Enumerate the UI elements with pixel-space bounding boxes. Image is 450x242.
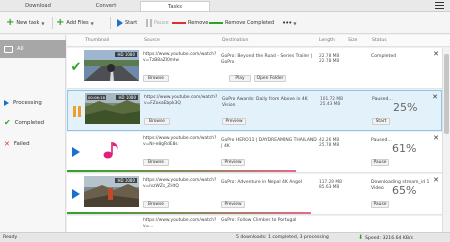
status-paused-icon: [71, 105, 83, 117]
file-size: 42.26 MB 25.78 MB: [319, 138, 340, 149]
table-row[interactable]: HD 1080 https://www.youtube.com/watch?v=…: [67, 174, 442, 215]
status-processing-icon: [70, 188, 82, 200]
toolbar: + New task ▼ + Add Files ▼ Start Pause R…: [0, 12, 450, 34]
play-button[interactable]: Play: [229, 75, 251, 82]
remove-button[interactable]: Remove: [172, 18, 208, 28]
speed-indicator: ⬇ Speed: 3216.64 KB/s: [358, 234, 414, 241]
destination-title: GoPro: Beyond the Road - Series Trailer …: [221, 54, 313, 65]
folder-icon: [4, 45, 13, 53]
top-tab-bar: Download Convert Tasks: [0, 0, 450, 12]
remove-row-icon[interactable]: ✕: [433, 177, 439, 184]
destination-title: GoPro: Adventure in Nepal 4K Angel: [221, 180, 303, 185]
divider: [110, 17, 111, 29]
play-icon: [4, 100, 9, 106]
preview-button[interactable]: Preview: [221, 159, 245, 166]
column-header-source[interactable]: Source: [144, 38, 160, 43]
column-header-thumbnail[interactable]: Thumbnail: [85, 38, 109, 43]
table-row[interactable]: https://www.youtube.com/watch?v=Nr-e8gRd…: [67, 132, 442, 173]
column-header-size[interactable]: Size: [348, 38, 357, 43]
check-icon: ✔: [4, 118, 11, 127]
column-header-destination[interactable]: Destination: [222, 38, 248, 43]
destination-title: GoPro Awards: Daily from Above in 4K Vis…: [222, 97, 308, 108]
destination-title: GoPro: Follow Climber to Portugal: [221, 218, 297, 223]
chevron-down-icon: ▼: [41, 20, 45, 26]
plus-icon: +: [6, 17, 15, 28]
close-icon: ✕: [4, 139, 10, 148]
start-button[interactable]: Start: [372, 118, 390, 125]
status-completed-icon: ✔: [70, 60, 82, 75]
sidebar-item-completed[interactable]: ✔ Completed: [0, 114, 66, 132]
source-url: https://www.youtube.com/watch?v=FZoxaEbp…: [144, 95, 218, 106]
open-folder-button[interactable]: Open Folder: [254, 75, 286, 82]
sidebar-item-all[interactable]: All: [0, 40, 66, 58]
table-row[interactable]: 00:06:18 HD 1080 https://www.youtube.com…: [67, 90, 442, 131]
video-thumbnail: HD 1080: [84, 176, 139, 207]
sidebar: All Processing ✔ Completed ✕ Failed: [0, 35, 66, 232]
hamburger-menu-icon[interactable]: [435, 2, 444, 9]
progress-percent: 65%: [392, 184, 417, 197]
browse-button[interactable]: Browse: [143, 201, 169, 208]
chevron-down-icon: ▼: [90, 20, 94, 26]
file-size: 117.29 MB 85.63 MB: [319, 180, 343, 191]
sidebar-item-processing[interactable]: Processing: [0, 94, 66, 112]
table-header: Thumbnail Source Destination Length Size…: [67, 35, 450, 47]
preview-button[interactable]: Preview: [221, 201, 245, 208]
file-size: 101.72 MB 25.43 MB: [320, 97, 344, 108]
download-summary: 5 downloads: 1 completed, 3 processing: [236, 235, 329, 240]
column-header-status[interactable]: Status: [372, 38, 387, 43]
video-thumbnail: HD 1080: [84, 50, 139, 81]
table-row[interactable]: ✔ HD 1080 https://www.youtube.com/watch?…: [67, 48, 442, 89]
tab-tasks[interactable]: Tasks: [140, 1, 210, 11]
ready-status: Ready: [3, 235, 18, 240]
sidebar-item-failed[interactable]: ✕ Failed: [0, 135, 66, 153]
status-processing-icon: [70, 146, 82, 158]
source-url: https://www.youtube.com/watch?v=TzB8aZl0…: [143, 52, 217, 63]
source-url: https://www.youtube.com/watch?v=IvzWZs_Z…: [143, 178, 217, 189]
remove-icon: [172, 22, 186, 24]
remove-completed-icon: [209, 22, 223, 24]
progress-bar: [67, 170, 296, 172]
status-bar: Ready 5 downloads: 1 completed, 3 proces…: [0, 232, 450, 242]
remove-row-icon[interactable]: ✕: [432, 94, 438, 101]
video-thumbnail: 00:06:18 HD 1080: [85, 93, 140, 124]
vertical-scrollbar[interactable]: [442, 48, 450, 232]
download-arrow-icon: ⬇: [358, 234, 364, 241]
table-row[interactable]: https://www.youtube.com/watch?v=... GoPr…: [67, 216, 442, 232]
tab-convert[interactable]: Convert: [72, 1, 140, 11]
audio-note-icon: [84, 134, 139, 165]
new-task-button[interactable]: + New task ▼: [6, 18, 45, 28]
remove-row-icon[interactable]: ✕: [433, 51, 439, 58]
status-text: Completed: [371, 54, 397, 59]
source-url: https://www.youtube.com/watch?v=Nr-e8gRd…: [143, 136, 217, 147]
chevron-down-icon: ▼: [293, 20, 296, 26]
progress-bar: [67, 212, 311, 214]
preview-button[interactable]: Preview: [222, 118, 246, 125]
pause-button[interactable]: Pause: [146, 18, 169, 28]
play-icon: [117, 19, 123, 27]
plus-icon: +: [56, 17, 65, 28]
add-files-button[interactable]: + Add Files ▼: [56, 18, 94, 28]
browse-button[interactable]: Browse: [143, 75, 169, 82]
file-size: 22.78 MB 22.78 MB: [319, 54, 340, 65]
pause-button[interactable]: Pause: [371, 201, 389, 208]
browse-button[interactable]: Browse: [144, 118, 170, 125]
pause-icon: [146, 19, 152, 27]
destination-title: GoPro HERO11 | DAYDREAMING THAILAND | 4K: [221, 138, 317, 149]
remove-completed-button[interactable]: Remove Completed: [209, 18, 274, 28]
source-url: https://www.youtube.com/watch?v=...: [143, 218, 217, 229]
tab-download[interactable]: Download: [4, 1, 72, 11]
progress-percent: 25%: [393, 101, 418, 114]
column-header-length[interactable]: Length: [319, 38, 335, 43]
start-button[interactable]: Start: [117, 18, 137, 28]
remove-row-icon[interactable]: ✕: [433, 135, 439, 142]
progress-percent: 61%: [392, 142, 417, 155]
scrollbar-thumb[interactable]: [444, 54, 449, 134]
more-button[interactable]: ••• ▼: [282, 18, 297, 28]
divider: [52, 17, 53, 29]
pause-button[interactable]: Pause: [371, 159, 389, 166]
browse-button[interactable]: Browse: [143, 159, 169, 166]
